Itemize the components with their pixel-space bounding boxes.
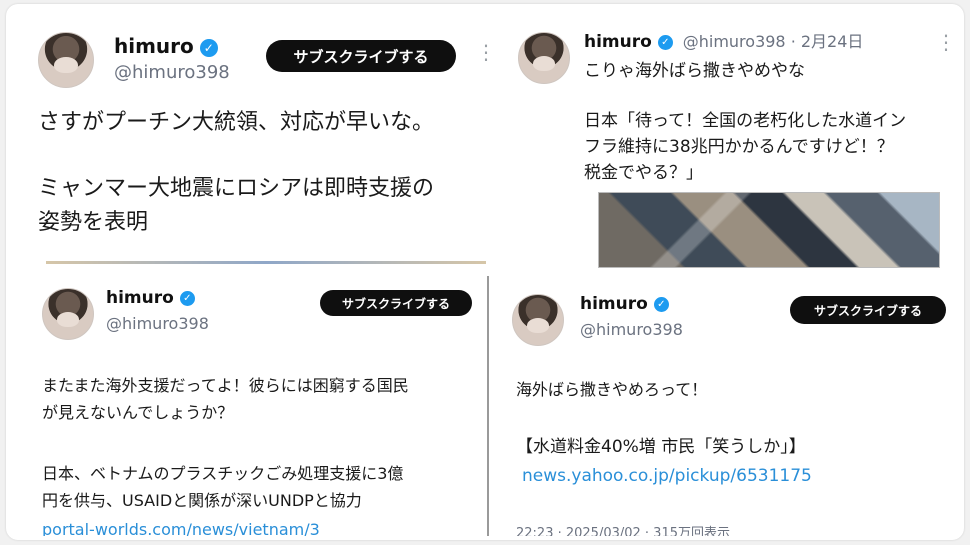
avatar[interactable] (518, 32, 570, 84)
author-name[interactable]: himuro (114, 34, 194, 58)
tweet-text-line2: 【水道料金40%増 市民「笑うしか」】 (516, 437, 806, 457)
tweet-text-line1: 海外ばら撒きやめろって！ (516, 380, 708, 399)
author-name-row[interactable]: himuro ✓ @himuro398 · 2月24日 (584, 28, 863, 52)
author-name-row[interactable]: himuro ✓ (580, 294, 669, 314)
author-handle[interactable]: @himuro398 (580, 320, 683, 339)
article-link[interactable]: news.yahoo.co.jp/pickup/6531175 (522, 466, 812, 486)
article-link[interactable]: portal-worlds.com/news/vietnam/3 (42, 520, 320, 536)
subscribe-button[interactable]: サブスクライブする (266, 40, 456, 72)
subscribe-button[interactable]: サブスクライブする (320, 290, 472, 316)
tweet-text-line1: またまた海外支援だってよ！彼らには困窮する国民 が見えないんでしょうか？ (42, 376, 409, 422)
tweet-bottom-left[interactable]: himuro ✓ @himuro398 サブスクライブする またまた海外支援だって… (14, 274, 486, 536)
panel-divider (46, 261, 486, 264)
verified-badge-icon: ✓ (199, 38, 218, 57)
tweet-right-top[interactable]: himuro ✓ @himuro398 · 2月24日 ⋮ こりゃ海外ばら撒きやめ… (502, 16, 958, 268)
author-handle[interactable]: @himuro398 (106, 314, 209, 333)
more-options-icon[interactable]: ⋮ (476, 42, 490, 62)
author-handle[interactable]: @himuro398 (114, 62, 230, 83)
screenshot-collage: himuro ✓ @himuro398 サブスクライブする ⋮ さすがプーチン大統… (6, 4, 964, 540)
tweet-bottom-right[interactable]: himuro ✓ @himuro398 サブスクライブする 海外ばら撒きやめろって… (498, 280, 960, 536)
author-name[interactable]: himuro (584, 32, 652, 52)
avatar[interactable] (512, 294, 564, 346)
more-options-icon[interactable]: ⋮ (936, 32, 956, 52)
handle-and-date[interactable]: @himuro398 · 2月24日 (683, 32, 864, 51)
attached-photo[interactable] (598, 192, 940, 268)
vertical-divider (487, 276, 489, 536)
tweet-main[interactable]: himuro ✓ @himuro398 サブスクライブする ⋮ さすがプーチン大統… (14, 16, 490, 266)
tweet-text-line2: 日本「待って！全国の老朽化した水道イン フラ維持に38兆円かかるんですけど！？ … (584, 111, 907, 183)
subscribe-button[interactable]: サブスクライブする (790, 296, 946, 324)
tweet-text-line2: 日本、ベトナムのプラスチックごみ処理支援に3億 円を供与、USAIDと関係が深い… (42, 464, 404, 510)
avatar[interactable] (38, 32, 94, 88)
author-name-row[interactable]: himuro ✓ (106, 288, 195, 308)
author-name[interactable]: himuro (580, 294, 648, 314)
tweet-text-line1: さすがプーチン大統領、対応が早いな。 (38, 110, 435, 135)
verified-badge-icon: ✓ (657, 34, 673, 50)
tweet-text-line1: こりゃ海外ばら撒きやめやな (584, 61, 805, 81)
verified-badge-icon: ✓ (653, 296, 669, 312)
avatar[interactable] (42, 288, 94, 340)
verified-badge-icon: ✓ (179, 290, 195, 306)
author-name[interactable]: himuro (106, 288, 174, 308)
author-name-row[interactable]: himuro ✓ (114, 34, 218, 58)
tweet-text-line2: ミャンマー大地震にロシアは即時支援の 姿勢を表明 (38, 176, 435, 235)
tweet-meta: 22:23 · 2025/03/02 · 315万回表示 (516, 526, 730, 536)
